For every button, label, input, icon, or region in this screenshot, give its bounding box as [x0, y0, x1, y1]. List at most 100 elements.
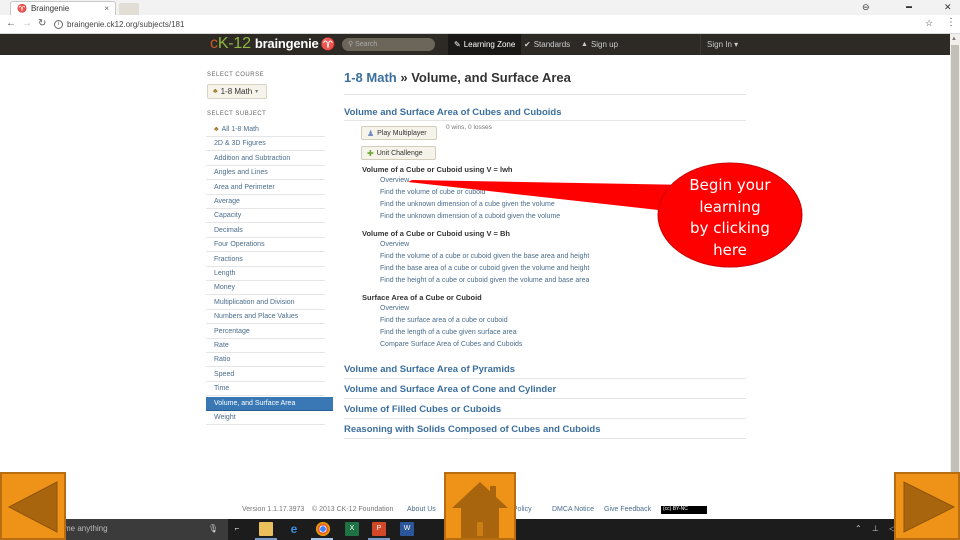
unit-challenge-button[interactable]: ✚ Unit Challenge [361, 146, 436, 160]
unit-title-link[interactable]: Volume of Filled Cubes or Cuboids [344, 404, 501, 415]
browser-tab[interactable]: ♈ Braingenie × [10, 1, 116, 15]
logo-12: -12 [228, 35, 251, 52]
lesson-link[interactable]: Find the volume of cube or cuboid [380, 189, 485, 196]
microphone-icon[interactable]: 🎙 [208, 524, 218, 533]
home-button[interactable] [444, 472, 516, 540]
sign-in-dropdown[interactable]: Sign In ▾ [700, 34, 744, 55]
lesson-link[interactable]: Find the volume of a cube or cuboid give… [380, 253, 589, 260]
sidebar-subject-item[interactable]: Rate [206, 339, 325, 353]
lesson-link[interactable]: Find the height of a cube or cuboid give… [380, 277, 589, 284]
sidebar-subject-item[interactable]: 2D & 3D Figures [206, 137, 325, 152]
sidebar-subject-item[interactable]: Angles and Lines [206, 166, 325, 181]
nav-learning-zone[interactable]: ✎ Learning Zone [448, 34, 522, 55]
footer-feedback-link[interactable]: Give Feedback [604, 506, 651, 513]
nav-learning-zone-label: Learning Zone [463, 40, 516, 49]
play-multiplayer-button[interactable]: ♟ Play Multiplayer [361, 126, 437, 140]
nav-standards[interactable]: ✔ Standards [518, 34, 576, 55]
task-view-icon[interactable]: ⌐ [230, 522, 244, 536]
reload-icon[interactable]: ↻ [38, 18, 46, 29]
sidebar-subject-item[interactable]: Percentage [206, 325, 325, 339]
bookmark-star-icon[interactable]: ☆ [925, 18, 933, 29]
cortana-search-box[interactable]: me anything [62, 519, 228, 540]
minimize-icon[interactable]: ▬ [906, 4, 912, 10]
overview-link[interactable]: Overview [380, 305, 409, 312]
sidebar-subject-item[interactable]: Weight [206, 411, 325, 425]
sidebar-subject-item[interactable]: Fractions [206, 253, 325, 267]
file-explorer-icon[interactable] [259, 522, 273, 536]
all-subjects-icon: ♣ [214, 126, 219, 133]
ck12-braingenie-logo[interactable]: c K -12 braingenie ♈ [210, 35, 336, 53]
sidebar-subject-item[interactable]: Capacity [206, 209, 325, 224]
concept-title: Volume of a Cube or Cuboid using V = lwh [362, 165, 513, 174]
sidebar-subject-item[interactable]: Decimals [206, 224, 325, 238]
sidebar-subject-item[interactable]: Average [206, 195, 325, 209]
unit-cubes-cuboids[interactable]: Volume and Surface Area of Cubes and Cub… [344, 107, 561, 118]
url-field[interactable]: i braingenie.ck12.org/subjects/181 [54, 17, 934, 31]
breadcrumb-separator: » [396, 70, 412, 85]
sidebar-subject-item[interactable]: Ratio [206, 353, 325, 368]
excel-icon[interactable]: X [345, 522, 359, 536]
sidebar-subject-item[interactable]: Time [206, 382, 325, 397]
lesson-link[interactable]: Find the surface area of a cube or cuboi… [380, 317, 508, 324]
footer-about-link[interactable]: About Us [407, 506, 436, 513]
sidebar-subject-item[interactable]: ♣ All 1-8 Math [206, 123, 325, 137]
scrollbar-thumb[interactable] [951, 45, 959, 514]
sidebar-subject-item[interactable]: Length [206, 267, 325, 281]
sidebar-subject-item[interactable]: Area and Perimeter [206, 181, 325, 195]
unit-divider [344, 398, 746, 399]
concept-title: Volume of a Cube or Cuboid using V = Bh [362, 229, 510, 238]
select-course-label: SELECT COURSE [207, 72, 265, 78]
unit-title-link[interactable]: Reasoning with Solids Composed of Cubes … [344, 424, 601, 435]
sidebar-subject-label: Average [214, 198, 240, 205]
sidebar-subject-item[interactable]: Volume, and Surface Area [206, 396, 333, 411]
logo-brand: braingenie [254, 36, 319, 51]
footer-dmca-link[interactable]: DMCA Notice [552, 506, 594, 513]
sidebar-subject-item[interactable]: Four Operations [206, 238, 325, 253]
powerpoint-icon[interactable]: P [372, 522, 386, 536]
overview-link[interactable]: Overview [380, 177, 409, 184]
back-icon[interactable]: ← [6, 18, 16, 29]
unit-divider [344, 418, 746, 419]
search-placeholder: Search [355, 41, 378, 48]
creative-commons-badge[interactable]: (cc) BY-NC [661, 506, 707, 514]
overview-link[interactable]: Overview [380, 241, 409, 248]
url-text: braingenie.ck12.org/subjects/181 [67, 19, 185, 29]
sidebar-subject-label: Time [214, 385, 230, 393]
previous-slide-button[interactable] [0, 472, 66, 540]
site-info-icon[interactable]: i [54, 19, 63, 29]
site-navbar: c K -12 braingenie ♈ ⚲ Search ✎ Learning Zon… [0, 34, 950, 55]
edge-browser-icon[interactable]: e [287, 522, 301, 536]
lesson-link[interactable]: Find the length of a cube given surface … [380, 329, 517, 336]
chrome-icon[interactable] [316, 522, 330, 536]
sidebar-subject-item[interactable]: Speed [206, 368, 325, 382]
nav-sign-up[interactable]: ▲ Sign up [575, 34, 624, 55]
sidebar-subject-item[interactable]: Numbers and Place Values [206, 310, 325, 325]
puzzle-icon: ✚ [367, 148, 374, 158]
lesson-link[interactable]: Compare Surface Area of Cubes and Cuboid… [380, 341, 522, 348]
next-slide-button[interactable] [894, 472, 960, 540]
course-select[interactable]: ♣ 1-8 Math ▾ [207, 84, 267, 99]
sidebar-subject-item[interactable]: Addition and Subtraction [206, 152, 325, 166]
lesson-link[interactable]: Find the base area of a cube or cuboid g… [380, 265, 589, 272]
new-tab-button[interactable] [119, 3, 139, 15]
unit-title-link[interactable]: Volume and Surface Area of Cone and Cyli… [344, 384, 556, 395]
tab-title: Braingenie [30, 4, 70, 13]
browser-menu-icon[interactable]: ⋮ [946, 17, 956, 28]
pencil-icon: ✎ [454, 40, 461, 49]
scroll-up-arrow-icon[interactable]: ▲ [951, 36, 957, 42]
lesson-link[interactable]: Find the unknown dimension of a cuboid g… [380, 213, 560, 220]
word-icon[interactable]: W [400, 522, 414, 536]
search-input[interactable]: ⚲ Search [342, 38, 435, 51]
profile-icon[interactable]: ⊖ [862, 2, 870, 13]
sidebar-subject-item[interactable]: Money [206, 281, 325, 296]
close-window-icon[interactable]: ✕ [944, 2, 952, 13]
sidebar-subject-item[interactable]: Multiplication and Division [206, 296, 325, 310]
lesson-link[interactable]: Find the unknown dimension of a cube giv… [380, 201, 555, 208]
breadcrumb-course[interactable]: 1-8 Math [344, 70, 397, 85]
unit-title-link[interactable]: Volume and Surface Area of Pyramids [344, 364, 515, 375]
unit-divider [344, 378, 746, 379]
forward-icon[interactable]: → [22, 18, 32, 29]
chevron-down-icon: ▾ [255, 89, 259, 95]
unit-divider [344, 120, 746, 121]
tab-close-icon[interactable]: × [104, 4, 109, 13]
